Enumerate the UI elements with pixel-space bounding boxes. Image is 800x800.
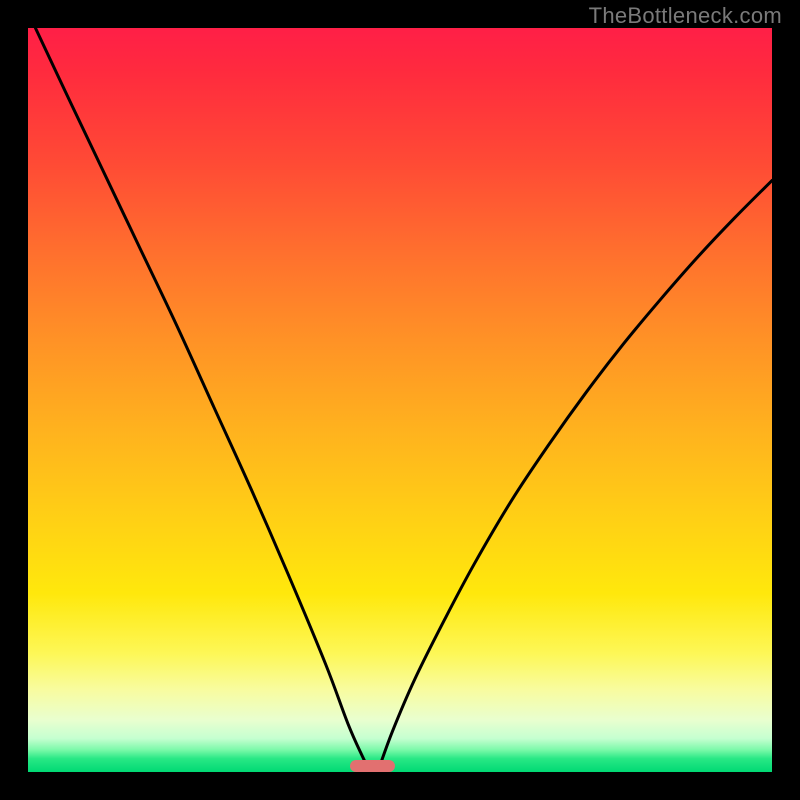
- baseline-marker: [350, 760, 395, 772]
- chart-container: TheBottleneck.com: [0, 0, 800, 800]
- left-curve: [35, 28, 370, 772]
- curves-svg: [28, 28, 772, 772]
- right-curve: [378, 181, 772, 772]
- watermark-text: TheBottleneck.com: [589, 3, 782, 29]
- plot-area: [28, 28, 772, 772]
